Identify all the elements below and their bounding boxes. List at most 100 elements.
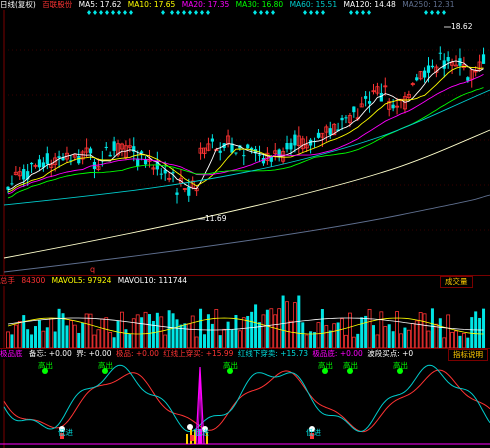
volume-bar (163, 334, 168, 348)
candle-body (108, 154, 112, 157)
volume-bar (289, 320, 293, 348)
ma10-value: MA10: 17.65 (127, 0, 176, 9)
signal-diamond (206, 10, 210, 15)
candle-body (29, 162, 34, 165)
volume-bar (241, 317, 246, 348)
candle-body (175, 192, 179, 195)
volume-bar (265, 309, 269, 348)
indicator-item-7: 波段买点: +0 (367, 349, 414, 358)
volume-bar (442, 337, 447, 348)
signal-diamond (430, 10, 434, 15)
indicator-item-6: 极品底: +0.00 (312, 349, 363, 358)
volume-bar (143, 311, 148, 348)
volume-bar (10, 334, 14, 348)
signal-diamond (321, 10, 325, 15)
indicator-chart[interactable] (0, 359, 490, 448)
volume-chart[interactable] (0, 286, 490, 348)
price-header: 日线(复权) 百联股份 MA5: 17.62 MA10: 17.65 MA20:… (0, 0, 459, 10)
candle-body (481, 54, 486, 64)
volume-bar (194, 336, 199, 348)
indicator-panel[interactable]: 极品底 备忘: +0.00 界: +0.00 极品: +0.00 红线上穿买: … (0, 349, 490, 448)
stock-name: 百联股份 (42, 0, 73, 9)
volume-bar (332, 323, 337, 348)
volume-bar (100, 318, 105, 348)
volume-panel[interactable]: 总手 84300 MAVOL5: 97924 MAVOL10: 111744 成… (0, 276, 490, 348)
volume-bar (230, 329, 234, 348)
volume-bar (65, 325, 69, 348)
volume-bar (186, 323, 191, 348)
cyan-indicator-line (3, 364, 490, 433)
volume-bar (410, 323, 415, 348)
candle-body (340, 117, 344, 121)
volume-bar (190, 315, 195, 348)
volume-bar (92, 334, 97, 348)
volume-bar (336, 322, 340, 348)
volume-bar (403, 327, 407, 348)
candle-body (285, 142, 289, 150)
volume-bar (313, 332, 317, 348)
volume-bar (22, 315, 26, 348)
mavol10-value: MAVOL10: 111744 (117, 276, 188, 285)
buy-signal-label: 低进 (306, 428, 321, 437)
volume-bar (414, 320, 419, 348)
signal-diamond (271, 10, 275, 15)
signal-diamond (253, 10, 257, 15)
mavol5-value: MAVOL5: 97924 (51, 276, 112, 285)
volume-bar (171, 313, 175, 348)
candle-body (328, 128, 332, 135)
volume-bar (461, 333, 466, 348)
volume-bar (68, 320, 73, 348)
signal-diamond (117, 10, 121, 15)
volume-bar (175, 319, 179, 348)
volume-bar (383, 326, 388, 348)
candle-body (112, 141, 116, 151)
candle-body (379, 92, 383, 102)
buy-signal-label: 低进 (194, 428, 209, 437)
sell-signal-label: 高出 (223, 361, 238, 370)
volume-bar (183, 323, 187, 348)
candle-body (293, 134, 297, 146)
candle-body (136, 158, 140, 167)
signal-diamond (87, 10, 91, 15)
signal-diamond (105, 10, 109, 15)
volume-bar (222, 328, 227, 348)
signal-diamond (200, 10, 204, 15)
candle-body (10, 183, 14, 185)
volume-bar (57, 308, 61, 348)
volume-bar (430, 308, 434, 348)
volume-bar (344, 334, 348, 348)
moving-average-line (7, 74, 484, 195)
candle-body (37, 159, 42, 168)
candle-body (104, 146, 108, 148)
candle-body (257, 154, 262, 156)
sell-signal-label: 高出 (318, 361, 333, 370)
ma30-value: MA30: 16.80 (235, 0, 284, 9)
signal-diamond (436, 10, 440, 15)
candle-body (246, 144, 250, 149)
volume-bar (234, 314, 238, 348)
signal-diamond (129, 10, 133, 15)
volume-bar (45, 327, 49, 348)
volume-bar (301, 322, 305, 348)
price-panel[interactable]: 日线(复权) 百联股份 MA5: 17.62 MA10: 17.65 MA20:… (0, 0, 490, 275)
volume-bar (72, 324, 77, 348)
signal-diamond (303, 10, 307, 15)
candle-body (367, 101, 372, 104)
chart-period-label[interactable]: 日线(复权) (0, 0, 36, 9)
volume-bar (434, 323, 439, 348)
ma250-line (3, 194, 490, 273)
candlestick-chart[interactable] (0, 10, 490, 275)
indicator-item-5: 红线下穿卖: +15.73 (237, 349, 309, 358)
volume-bar (218, 335, 222, 348)
volume-bar (258, 322, 262, 348)
low-price-label: 11.69 (205, 214, 227, 223)
volume-bar (49, 317, 54, 348)
moving-average-line (7, 65, 484, 193)
volume-bar (406, 329, 411, 348)
sell-signal-label: 高出 (98, 361, 113, 370)
volume-bar (77, 332, 81, 348)
signal-diamond (259, 10, 263, 15)
red-indicator-line (3, 369, 490, 433)
volume-bar (34, 326, 38, 348)
signal-diamond (367, 10, 371, 15)
